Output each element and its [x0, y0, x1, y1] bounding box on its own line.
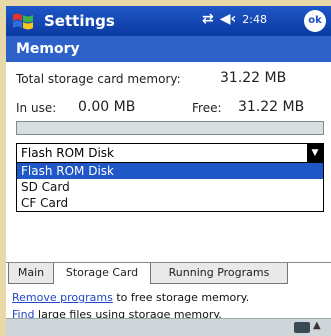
input-panel-arrow-icon[interactable]: ▲ — [313, 320, 321, 331]
ok-button[interactable]: ok — [304, 10, 326, 32]
option-sd-card[interactable]: SD Card — [17, 179, 323, 195]
menu-bar: ▲ — [6, 318, 331, 336]
chevron-down-icon[interactable]: ▼ — [307, 144, 323, 162]
remove-programs-text: to free storage memory. — [116, 291, 250, 304]
start-menu-icon[interactable] — [10, 9, 36, 33]
total-memory-label: Total storage card memory: — [16, 72, 181, 86]
storage-card-select-value: Flash ROM Disk — [21, 146, 114, 160]
in-use-value: 0.00 MB — [78, 99, 136, 115]
title-bar: Settings ⇄ ◀‹ 2:48 ok — [6, 6, 331, 36]
free-label: Free: — [192, 101, 222, 115]
storage-card-options: Flash ROM Disk SD Card CF Card — [16, 162, 324, 212]
memory-usage-bar — [16, 121, 324, 135]
status-area: ⇄ ◀‹ 2:48 — [202, 11, 267, 27]
clock[interactable]: 2:48 — [242, 13, 267, 26]
option-cf-card[interactable]: CF Card — [17, 195, 323, 211]
remove-programs-link[interactable]: Remove programs — [12, 291, 113, 304]
tab-running-programs[interactable]: Running Programs — [150, 263, 288, 284]
connectivity-icon[interactable]: ⇄ — [202, 11, 214, 27]
tab-bar: Main Storage Card Running Programs — [6, 262, 331, 285]
tab-main[interactable]: Main — [8, 263, 54, 284]
page-title: Memory — [6, 36, 331, 62]
keyboard-icon[interactable] — [294, 322, 310, 333]
window-title: Settings — [44, 12, 115, 30]
total-memory-value: 31.22 MB — [220, 70, 287, 86]
volume-icon[interactable]: ◀‹ — [220, 11, 237, 27]
in-use-label: In use: — [16, 101, 57, 115]
storage-card-select[interactable]: Flash ROM Disk ▼ — [16, 143, 324, 163]
tab-storage-card[interactable]: Storage Card — [53, 263, 151, 283]
total-memory-row: Total storage card memory: — [16, 72, 181, 86]
option-flash-rom-disk[interactable]: Flash ROM Disk — [17, 163, 323, 179]
remove-programs-line: Remove programs to free storage memory. — [12, 289, 249, 306]
device-screen: Settings ⇄ ◀‹ 2:48 ok Memory Total stora… — [6, 6, 331, 336]
free-value: 31.22 MB — [238, 99, 305, 115]
